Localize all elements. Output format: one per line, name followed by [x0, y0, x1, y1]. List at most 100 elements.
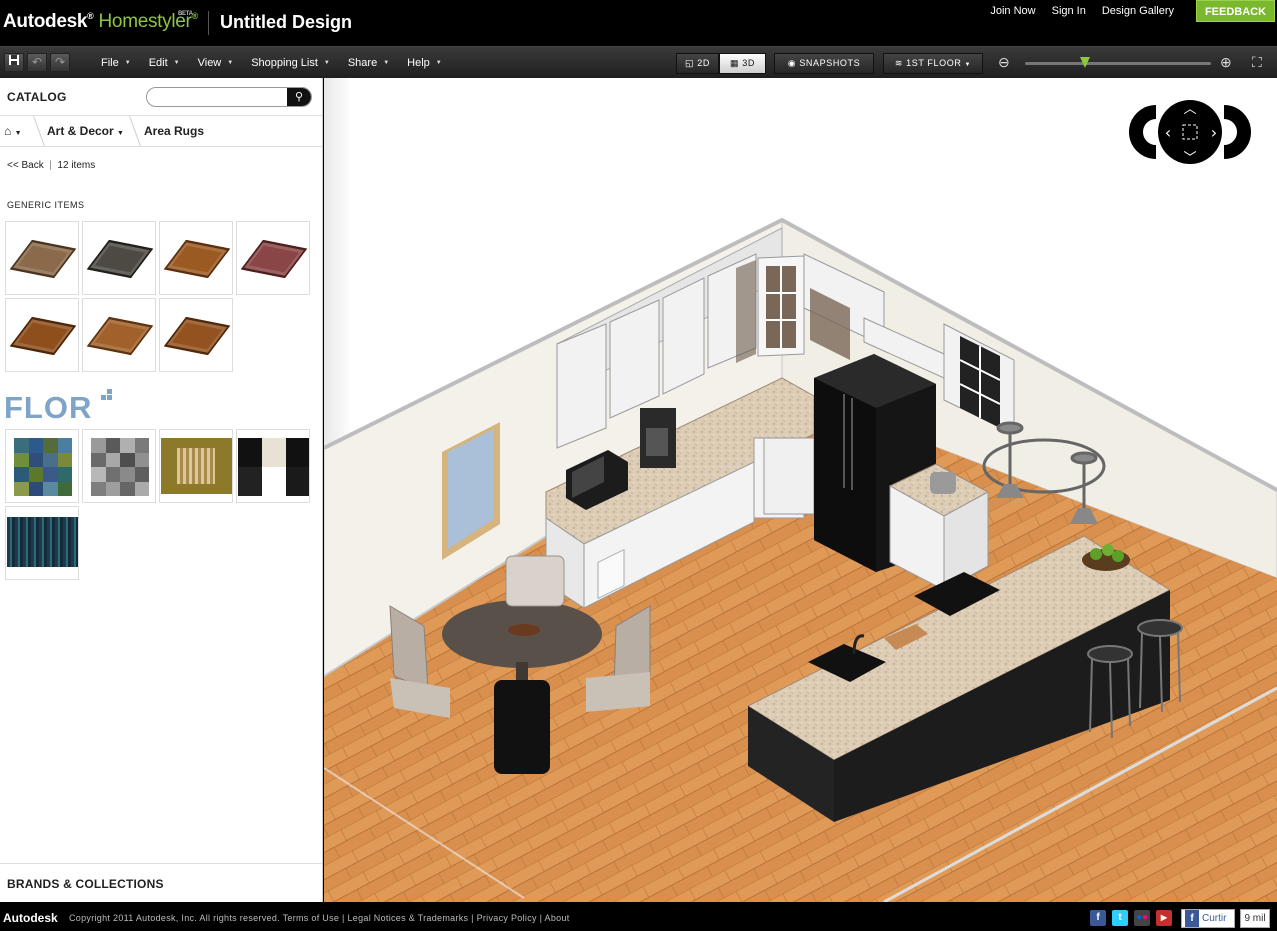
view-3d-label: 3D	[742, 58, 755, 68]
flor-tile-thumbnail[interactable]	[236, 429, 310, 503]
snapshots-label: SNAPSHOTS	[799, 58, 861, 68]
zoom-slider-thumb[interactable]	[1079, 57, 1090, 68]
back-link[interactable]: << Back	[7, 160, 44, 171]
youtube-icon[interactable]: ▶	[1156, 910, 1172, 926]
zoom-in-icon[interactable]: ⊕	[1220, 54, 1232, 71]
home-crumb[interactable]: ⌂ ▼	[4, 124, 22, 138]
menu-file-label: File	[101, 57, 119, 69]
tile-swatch	[7, 517, 78, 567]
dropdown-arrow-icon: ▼	[173, 60, 180, 67]
copyright-text: Copyright 2011 Autodesk, Inc. All rights…	[69, 913, 280, 923]
facebook-like-button[interactable]: f Curtir	[1181, 909, 1235, 928]
snapshots-button[interactable]: ◉ SNAPSHOTS	[774, 53, 874, 74]
coffee-maker[interactable]	[640, 408, 676, 468]
crumb-area-rugs[interactable]: Area Rugs	[144, 124, 204, 138]
feedback-button[interactable]: FEEDBACK	[1196, 0, 1275, 22]
join-now-link[interactable]: Join Now	[982, 5, 1043, 17]
flor-logo[interactable]: FLOR	[4, 390, 92, 426]
search-button[interactable]: ⚲	[287, 88, 311, 106]
rug-thumbnail[interactable]	[159, 221, 233, 295]
zoom-slider[interactable]	[1025, 57, 1211, 68]
rug-thumbnail[interactable]	[82, 298, 156, 372]
layers-icon: ≋	[894, 58, 904, 68]
twitter-icon[interactable]: t	[1112, 910, 1128, 926]
camera-icon: ◉	[787, 58, 797, 68]
room-scene[interactable]	[324, 78, 1277, 902]
floor-selector[interactable]: ≋ 1ST FLOOR ▼	[883, 53, 983, 74]
rug-thumbnail[interactable]	[5, 298, 79, 372]
catalog-panel: CATALOG ⚲ ⌂ ▼ Art & Decor ▼ Area Rugs <<…	[0, 78, 323, 902]
rotate-right-icon[interactable]	[1223, 105, 1251, 159]
tile-swatch	[14, 438, 72, 496]
rug-image	[86, 316, 154, 356]
rotate-left-icon[interactable]	[1129, 105, 1157, 159]
brands-collections-bar[interactable]: BRANDS & COLLECTIONS	[0, 863, 322, 902]
top-header: Autodesk® Homestyler® BETA Untitled Desi…	[0, 0, 1277, 46]
redo-button[interactable]: ↷	[50, 53, 70, 72]
tile-swatch	[238, 438, 309, 496]
camera-navigation-control: ︿ ﹀ ‹ ›	[1128, 98, 1252, 166]
flor-tile-thumbnail[interactable]	[5, 506, 79, 580]
about-link[interactable]: About	[545, 913, 570, 923]
rug-thumbnail[interactable]	[236, 221, 310, 295]
design-gallery-link[interactable]: Design Gallery	[1094, 5, 1182, 17]
document-title[interactable]: Untitled Design	[220, 12, 352, 33]
menu-help-label: Help	[407, 57, 430, 69]
search-input[interactable]	[147, 89, 287, 106]
pan-right-icon[interactable]: ›	[1211, 123, 1217, 142]
view-3d-button[interactable]: ▦ 3D	[719, 53, 766, 74]
pan-left-icon[interactable]: ‹	[1165, 123, 1171, 142]
flor-tile-thumbnail[interactable]	[82, 429, 156, 503]
menu-shopping-list[interactable]: Shopping List ▼	[242, 47, 339, 79]
view-2d-button[interactable]: ◱ 2D	[676, 53, 719, 74]
table-centerpiece	[508, 624, 540, 636]
pan-down-icon[interactable]: ﹀	[1183, 151, 1196, 166]
dining-chair[interactable]	[494, 680, 550, 774]
fullscreen-icon[interactable]: ⛶	[1252, 54, 1262, 71]
account-links: Join Now Sign In Design Gallery	[982, 5, 1182, 17]
undo-icon: ↶	[31, 55, 43, 69]
legal-notices-link[interactable]: Legal Notices & Trademarks	[347, 913, 468, 923]
facebook-icon[interactable]: f	[1090, 910, 1106, 926]
crumb-art-decor[interactable]: Art & Decor ▼	[47, 124, 124, 138]
terms-link[interactable]: Terms of Use	[283, 913, 340, 923]
search-icon: ⚲	[294, 91, 304, 103]
rug-thumbnail[interactable]	[82, 221, 156, 295]
privacy-policy-link[interactable]: Privacy Policy	[477, 913, 537, 923]
breadcrumb: ⌂ ▼ Art & Decor ▼ Area Rugs	[0, 116, 322, 147]
dropdown-arrow-icon: ▼	[383, 60, 390, 67]
footer-legal: Copyright 2011 Autodesk, Inc. All rights…	[69, 913, 570, 923]
dropdown-arrow-icon: ▼	[117, 130, 124, 137]
menu-view[interactable]: View ▼	[189, 47, 243, 79]
save-button[interactable]	[4, 53, 24, 72]
app-logo[interactable]: Autodesk® Homestyler® BETA	[3, 11, 198, 33]
menu-help[interactable]: Help ▼	[398, 47, 451, 79]
flickr-icon[interactable]: ●●	[1134, 910, 1150, 926]
like-count: 9 mil	[1240, 909, 1270, 928]
menu-edit[interactable]: Edit ▼	[140, 47, 189, 79]
menu-share[interactable]: Share ▼	[339, 47, 398, 79]
flor-tile-thumbnail[interactable]	[159, 429, 233, 503]
footer-autodesk-logo[interactable]: Autodesk	[3, 911, 58, 925]
sign-in-link[interactable]: Sign In	[1044, 5, 1094, 17]
beta-badge: BETA	[178, 11, 193, 17]
dropdown-arrow-icon: ▼	[124, 60, 131, 67]
home-icon: ⌂	[4, 124, 12, 138]
floor-label: 1ST FLOOR	[906, 58, 962, 68]
pan-up-icon[interactable]: ︿	[1183, 102, 1196, 117]
flor-logo-dot	[107, 395, 112, 400]
flor-tile-thumbnail[interactable]	[5, 429, 79, 503]
rug-image	[9, 239, 77, 279]
corner-glass-cabinet[interactable]	[757, 255, 805, 357]
rug-thumbnail[interactable]	[5, 221, 79, 295]
undo-button[interactable]: ↶	[27, 53, 47, 72]
dining-chair[interactable]	[505, 555, 565, 607]
rug-image	[9, 316, 77, 356]
design-viewport-3d[interactable]: ︿ ﹀ ‹ ›	[324, 78, 1277, 902]
menu-share-label: Share	[347, 57, 378, 69]
zoom-out-icon[interactable]: ⊖	[998, 54, 1010, 71]
toaster[interactable]	[930, 472, 956, 494]
menu-file[interactable]: File ▼	[92, 47, 140, 79]
dropdown-arrow-icon: ▼	[14, 130, 22, 137]
rug-thumbnail[interactable]	[159, 298, 233, 372]
